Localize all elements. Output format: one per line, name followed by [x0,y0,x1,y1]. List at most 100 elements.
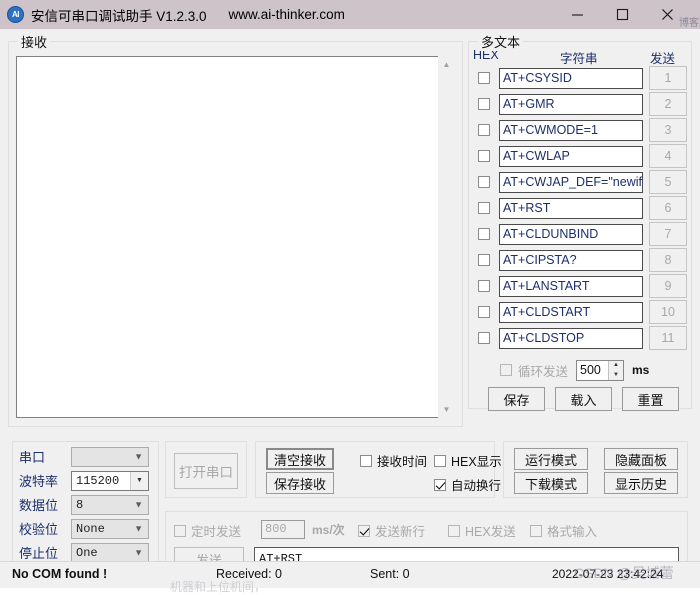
parity-label: 校验位 [19,522,59,537]
hex-checkbox[interactable] [478,254,490,266]
command-input[interactable]: AT+GMR [499,93,643,115]
send-slot-button[interactable]: 10 [649,300,687,324]
timed-send-checkbox[interactable] [174,524,186,537]
minimize-icon[interactable] [555,0,600,29]
timed-interval-input[interactable]: 800 [261,520,305,539]
title-bar: AI 安信可串口调试助手 V1.2.3.0 www.ai-thinker.com [0,0,700,29]
command-input[interactable]: AT+LANSTART [499,275,643,297]
hex-checkbox[interactable] [478,150,490,162]
send-slot-button[interactable]: 11 [649,326,687,350]
save-receive-button[interactable]: 保存接收 [266,472,334,494]
auto-wrap-checkbox[interactable] [434,478,446,491]
send-newline-checkbox[interactable] [358,524,370,537]
hex-checkbox[interactable] [478,98,490,110]
command-input[interactable]: AT+CLDSTART [499,301,643,323]
sent-count-text: Sent: 0 [370,567,410,581]
maximize-icon[interactable] [600,0,645,29]
hex-display-option[interactable]: HEX显示 [434,451,502,470]
port-select[interactable]: ▼ [71,446,149,467]
hex-checkbox[interactable] [478,280,490,292]
hex-send-label: HEX发送 [465,525,516,539]
receive-options-panel: 清空接收 保存接收 接收时间 HEX显示 自动换行 [255,441,502,498]
loop-interval-value[interactable]: 500 [577,361,608,380]
scroll-down-icon[interactable]: ▼ [438,401,455,418]
format-input-option[interactable]: 格式输入 [530,521,597,540]
format-input-checkbox[interactable] [530,524,542,537]
send-slot-button[interactable]: 4 [649,144,687,168]
command-row: AT+LANSTART 9 [468,273,692,299]
command-input[interactable]: AT+CIPSTA? [499,249,643,271]
send-slot-button[interactable]: 7 [649,222,687,246]
background-ghost-text: 机器和上位机间， [170,580,267,594]
scroll-up-icon[interactable]: ▲ [438,56,455,73]
receive-time-checkbox[interactable] [360,454,372,467]
receive-textarea[interactable] [16,56,447,418]
command-row: AT+CWLAP 4 [468,143,692,169]
loop-send-label: 循环发送 [518,364,569,379]
hex-send-checkbox[interactable] [448,524,460,537]
parity-select[interactable]: None ▼ [71,518,149,539]
command-input[interactable]: AT+RST [499,197,643,219]
timed-send-label: 定时发送 [191,525,242,539]
receive-scrollbar[interactable]: ▲ ▼ [438,56,455,418]
command-row: AT+CSYSID 1 [468,65,692,91]
chevron-down-icon: ▼ [134,499,143,509]
command-input[interactable]: AT+CLDSTOP [499,327,643,349]
command-input[interactable]: AT+CWJAP_DEF="newifi_ [499,171,643,193]
databits-select[interactable]: 8 ▼ [71,494,149,515]
hex-checkbox[interactable] [478,176,490,188]
show-history-button[interactable]: 显示历史 [604,472,678,494]
download-mode-button[interactable]: 下载模式 [514,472,588,494]
reset-button[interactable]: 重置 [622,387,679,411]
send-slot-button[interactable]: 6 [649,196,687,220]
baud-select[interactable]: 115200 ▼ [71,470,149,491]
stepper-up-icon[interactable]: ▲ [609,361,623,371]
loop-unit-label: ms [632,363,650,377]
receive-group: 接收 ▲ ▼ [8,32,463,427]
hex-checkbox[interactable] [478,72,490,84]
receive-time-option[interactable]: 接收时间 [360,451,427,470]
send-slot-button[interactable]: 2 [649,92,687,116]
port-field-row: 串口 ▼ [19,446,149,467]
hex-checkbox[interactable] [478,332,490,344]
clear-receive-button[interactable]: 清空接收 [266,448,334,470]
hex-checkbox[interactable] [478,306,490,318]
loop-interval-stepper[interactable]: 500 ▲ ▼ [576,359,625,381]
hex-checkbox[interactable] [478,124,490,136]
chevron-down-icon[interactable]: ▼ [130,471,148,490]
command-input[interactable]: AT+CWMODE=1 [499,119,643,141]
command-input[interactable]: AT+CLDUNBIND [499,223,643,245]
hide-panel-button[interactable]: 隐藏面板 [604,448,678,470]
load-button[interactable]: 载入 [555,387,612,411]
save-button[interactable]: 保存 [488,387,545,411]
timed-send-option[interactable]: 定时发送 [174,521,241,540]
send-slot-button[interactable]: 8 [649,248,687,272]
ms-per-time-label: ms/次 [312,523,345,537]
send-slot-button[interactable]: 1 [649,66,687,90]
send-slot-button[interactable]: 9 [649,274,687,298]
hex-display-checkbox[interactable] [434,454,446,467]
close-icon[interactable] [645,0,690,29]
auto-wrap-option[interactable]: 自动换行 [434,475,501,494]
send-newline-option[interactable]: 发送新行 [358,521,425,540]
hex-checkbox[interactable] [478,202,490,214]
hex-checkbox[interactable] [478,228,490,240]
loop-send-checkbox[interactable] [500,364,512,376]
run-mode-button[interactable]: 运行模式 [514,448,588,470]
chevron-down-icon: ▼ [134,523,143,533]
databits-label: 数据位 [19,498,59,513]
send-slot-button[interactable]: 5 [649,170,687,194]
hex-send-option[interactable]: HEX发送 [448,521,516,540]
stepper-buttons[interactable]: ▲ ▼ [608,360,624,380]
send-slot-button[interactable]: 3 [649,118,687,142]
command-input[interactable]: AT+CWLAP [499,145,643,167]
command-row: AT+RST 6 [468,195,692,221]
stepper-down-icon[interactable]: ▼ [609,370,623,380]
stopbits-select[interactable]: One ▼ [71,542,149,563]
multitext-actions: 保存 载入 重置 [468,387,692,411]
open-port-button[interactable]: 打开串口 [174,453,238,489]
command-input[interactable]: AT+CSYSID [499,67,643,89]
baud-value[interactable]: 115200 [72,474,119,488]
command-row: AT+CWJAP_DEF="newifi_ 5 [468,169,692,195]
timestamp-text: 2022-07-23 23:42:24 [552,567,664,581]
